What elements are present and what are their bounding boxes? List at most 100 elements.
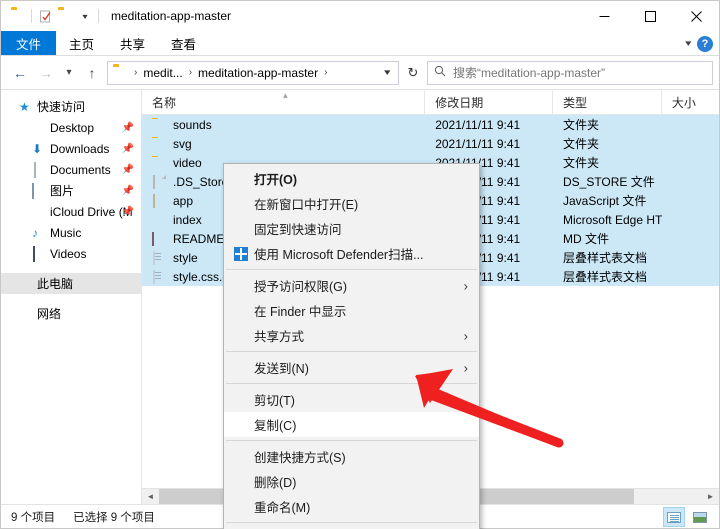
details-view-button[interactable] [663, 507, 685, 527]
breadcrumb-item-1[interactable]: meditation-app-master [196, 66, 320, 80]
file-name: style [173, 251, 198, 265]
file-name: sounds [173, 118, 212, 132]
chevron-right-icon: › [464, 328, 468, 343]
menu-item-send-to[interactable]: 发送到(N) › [224, 355, 479, 380]
spacer [1, 294, 141, 303]
file-type: Microsoft Edge HT... [553, 213, 662, 227]
up-button[interactable]: ↑ [79, 60, 105, 86]
search-input[interactable]: 搜索“meditation-app-master” [453, 64, 605, 81]
menu-item-copy[interactable]: 复制(C) [224, 412, 479, 437]
pin-icon[interactable]: 📌 [122, 206, 134, 217]
column-header-name[interactable]: ▴ 名称 [142, 90, 425, 115]
menu-item-delete[interactable]: 删除(D) [224, 469, 479, 494]
thumbnails-view-button[interactable] [689, 507, 711, 527]
breadcrumb[interactable]: › medit... › meditation-app-master › ▾ [107, 61, 399, 85]
file-name: index [173, 213, 202, 227]
menu-item-scan-with-defender[interactable]: 使用 Microsoft Defender扫描... [224, 241, 479, 266]
menu-item-share-with[interactable]: 共享方式 › [224, 323, 479, 348]
context-menu[interactable]: 打开(O) 在新窗口中打开(E) 固定到快速访问 使用 Microsoft De… [223, 163, 480, 529]
menu-item-rename[interactable]: 重命名(M) [224, 494, 479, 519]
minimize-button[interactable] [581, 1, 627, 31]
folder-icon[interactable] [8, 6, 28, 26]
column-header-label: 大小 [672, 94, 696, 111]
sidebar-item-label: iCloud Drive (M [50, 205, 133, 219]
downloads-icon: ⬇ [32, 142, 50, 156]
menu-item-give-access-to[interactable]: 授予访问权限(G) › [224, 273, 479, 298]
column-header-type[interactable]: 类型 [553, 90, 662, 115]
ribbon-tab-bar: 文件 主页 共享 查看 ▾ ? [1, 31, 719, 56]
file-icon [152, 175, 166, 189]
pictures-icon [32, 184, 50, 198]
breadcrumb-separator: › [185, 67, 196, 78]
folder-icon [152, 156, 166, 170]
pin-icon[interactable]: 📌 [122, 164, 134, 175]
recent-locations-button[interactable]: ▾ [59, 60, 79, 86]
menu-item-create-shortcut[interactable]: 创建快捷方式(S) [224, 444, 479, 469]
sidebar-item-label: Documents [50, 163, 111, 177]
network-icon [19, 307, 37, 321]
back-button[interactable]: ← [7, 60, 33, 86]
menu-separator [226, 522, 477, 523]
spacer [1, 264, 141, 273]
js-file-icon [152, 194, 166, 208]
tab-home[interactable]: 主页 [56, 31, 107, 55]
md-file-icon [152, 232, 166, 246]
chevron-down-icon[interactable]: ▾ [376, 67, 399, 78]
sidebar-item-documents[interactable]: Documents 📌 [1, 159, 141, 180]
tab-file[interactable]: 文件 [1, 31, 56, 55]
menu-item-pin-to-quick-access[interactable]: 固定到快速访问 [224, 216, 479, 241]
scroll-right-arrow[interactable]: ► [702, 489, 719, 504]
chevron-down-icon[interactable]: ▾ [686, 38, 692, 49]
search-box[interactable]: 搜索“meditation-app-master” [427, 61, 713, 85]
pin-icon[interactable]: 📌 [122, 143, 134, 154]
sidebar-item-label: Downloads [50, 142, 109, 156]
file-type: 文件夹 [553, 154, 662, 171]
folder-icon [113, 66, 127, 80]
sidebar-item-label: 图片 [50, 182, 74, 199]
view-mode-buttons [663, 505, 711, 529]
tab-share[interactable]: 共享 [107, 31, 158, 55]
file-type: MD 文件 [553, 230, 662, 247]
chevron-down-icon[interactable]: ▾ [75, 6, 95, 26]
sidebar-group-quick-access[interactable]: ★ 快速访问 [1, 96, 141, 117]
scroll-left-arrow[interactable]: ◄ [142, 489, 159, 504]
sidebar-item-videos[interactable]: Videos [1, 243, 141, 264]
new-folder-icon[interactable] [55, 6, 75, 26]
file-date: 2021/11/11 9:41 [425, 118, 553, 132]
refresh-button[interactable]: ↻ [401, 61, 425, 85]
column-header-size[interactable]: 大小 [662, 90, 719, 115]
tab-view[interactable]: 查看 [158, 31, 209, 55]
properties-icon[interactable] [35, 6, 55, 26]
file-name: .DS_Store [173, 175, 228, 189]
sidebar-item-this-pc[interactable]: 此电脑 [1, 273, 141, 294]
file-name: app [173, 194, 193, 208]
close-button[interactable] [673, 1, 719, 31]
menu-item-show-in-finder[interactable]: 在 Finder 中显示 [224, 298, 479, 323]
documents-icon [32, 163, 50, 177]
maximize-button[interactable] [627, 1, 673, 31]
menu-item-open-in-new-window[interactable]: 在新窗口中打开(E) [224, 191, 479, 216]
sidebar-item-desktop[interactable]: Desktop 📌 [1, 117, 141, 138]
file-explorer-window: ▾ meditation-app-master 文件 主页 共享 查看 ▾ ? [0, 0, 720, 529]
menu-item-open[interactable]: 打开(O) [224, 166, 479, 191]
table-row[interactable]: svg 2021/11/11 9:41 文件夹 [142, 134, 719, 153]
pin-icon[interactable]: 📌 [122, 185, 134, 196]
defender-icon [234, 247, 254, 261]
forward-button[interactable]: → [33, 60, 59, 86]
css-file-icon [152, 270, 166, 284]
file-type: 文件夹 [553, 116, 662, 133]
help-icon[interactable]: ? [697, 36, 713, 52]
sidebar-item-icloud-drive[interactable]: iCloud Drive (M 📌 [1, 201, 141, 222]
file-name: video [173, 156, 202, 170]
column-header-date-modified[interactable]: 修改日期 [425, 90, 553, 115]
pin-icon[interactable]: 📌 [122, 122, 134, 133]
breadcrumb-item-0[interactable]: medit... [141, 66, 184, 80]
videos-icon [32, 247, 50, 261]
music-icon: ♪ [32, 226, 50, 240]
sidebar-item-network[interactable]: 网络 [1, 303, 141, 324]
sidebar-item-pictures[interactable]: 图片 📌 [1, 180, 141, 201]
sidebar-item-music[interactable]: ♪ Music [1, 222, 141, 243]
table-row[interactable]: sounds 2021/11/11 9:41 文件夹 [142, 115, 719, 134]
sidebar-item-downloads[interactable]: ⬇ Downloads 📌 [1, 138, 141, 159]
menu-item-cut[interactable]: 剪切(T) [224, 387, 479, 412]
